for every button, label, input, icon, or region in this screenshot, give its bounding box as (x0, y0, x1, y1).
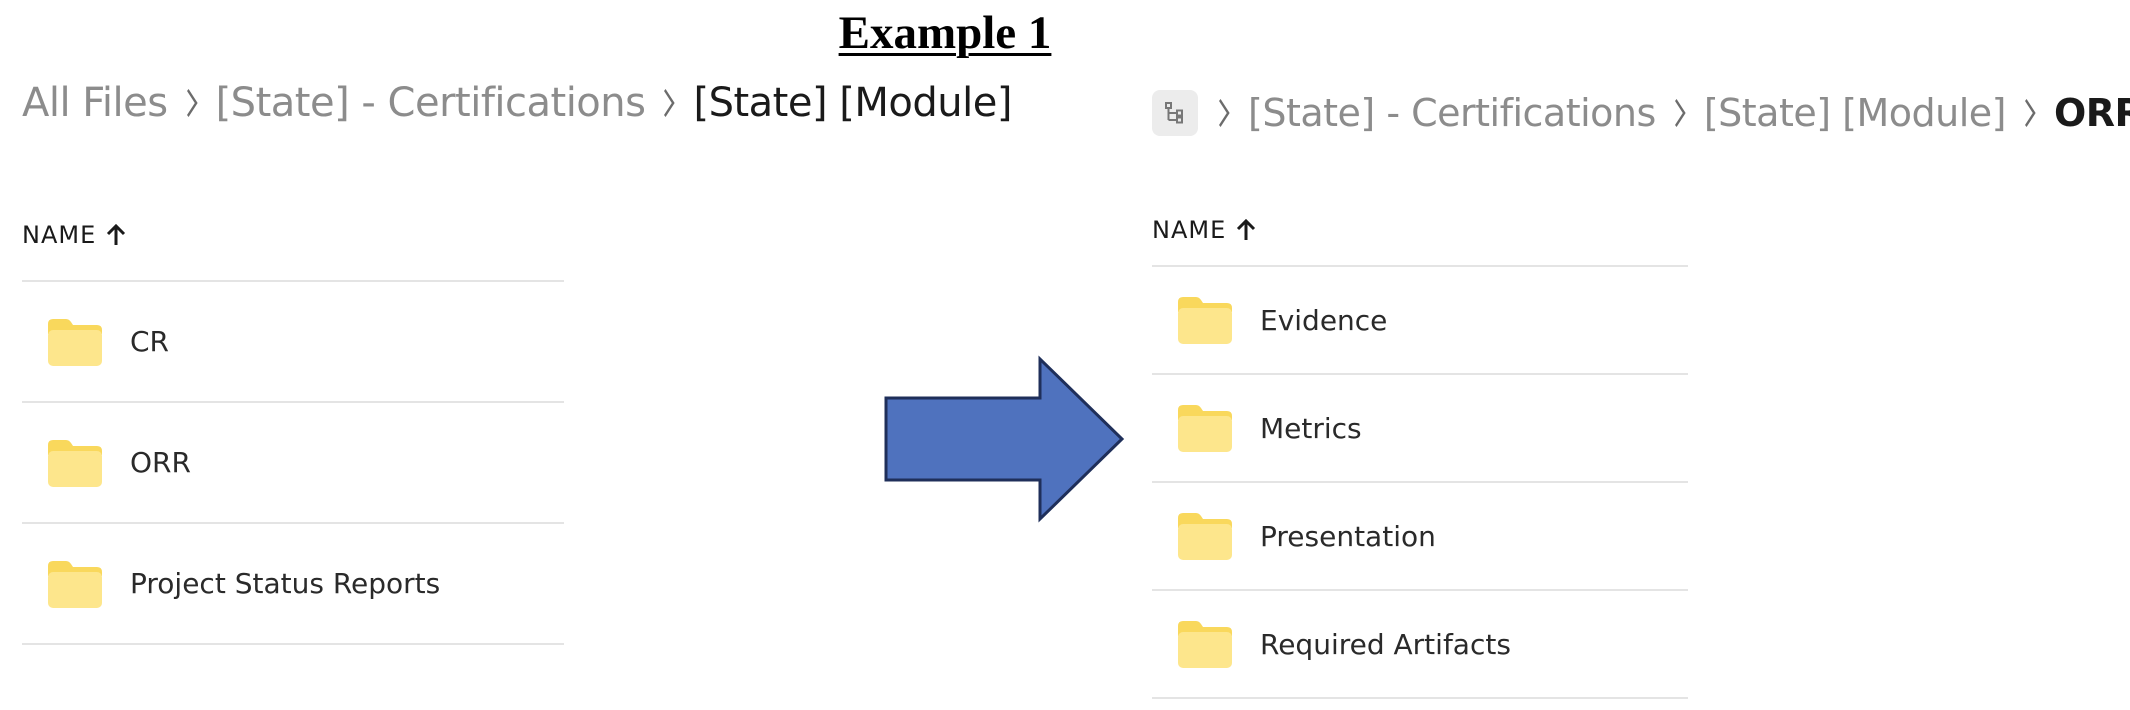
breadcrumb-item-module[interactable]: [State] [Module] (1704, 91, 2007, 135)
folder-name: Project Status Reports (130, 567, 441, 600)
list-item[interactable]: ORR (22, 403, 564, 524)
breadcrumb-current: ORR (2053, 91, 2130, 135)
folder-icon (1176, 294, 1234, 346)
list-item[interactable]: Presentation (1152, 483, 1688, 591)
chevron-right-icon (185, 86, 199, 120)
chevron-right-icon (1217, 96, 1231, 130)
chevron-right-icon (662, 86, 676, 120)
list-item[interactable]: Evidence (1152, 267, 1688, 375)
column-header-label: NAME (22, 221, 97, 249)
column-header-label: NAME (1152, 216, 1227, 244)
file-list-left: NAME CR ORR Project Status Reports (22, 210, 564, 645)
list-item[interactable]: Metrics (1152, 375, 1688, 483)
name-column-header[interactable]: NAME (22, 210, 564, 260)
folder-icon (46, 437, 104, 489)
breadcrumb-item-certifications[interactable]: [State] - Certifications (1248, 91, 1656, 135)
folder-icon (46, 316, 104, 368)
file-list-right: NAME Evidence Metrics Presentation Required… (1152, 205, 1688, 699)
breadcrumb-right: [State] - Certifications [State] [Module… (1152, 82, 2130, 144)
folder-icon (1176, 402, 1234, 454)
folder-name: Presentation (1260, 519, 1436, 553)
breadcrumb-current: [State] [Module] (693, 80, 1012, 126)
folder-name: Metrics (1260, 411, 1362, 445)
list-item[interactable]: Required Artifacts (1152, 591, 1688, 699)
folder-icon (1176, 510, 1234, 562)
arrow-up-icon (1236, 218, 1256, 242)
page-title: Example 1 (838, 7, 1052, 59)
folder-name: Required Artifacts (1260, 627, 1511, 661)
folder-icon (1176, 618, 1234, 670)
list-item[interactable]: Project Status Reports (22, 524, 564, 645)
folder-tree-icon[interactable] (1152, 90, 1198, 136)
breadcrumb-left: All Files [State] - Certifications [Stat… (22, 72, 1012, 134)
folder-name: Evidence (1260, 303, 1388, 337)
chevron-right-icon (2023, 96, 2037, 130)
folder-name: CR (130, 325, 170, 358)
folder-name: ORR (130, 446, 191, 479)
breadcrumb-item-all-files[interactable]: All Files (22, 80, 168, 126)
breadcrumb-item-certifications[interactable]: [State] - Certifications (216, 80, 646, 126)
arrow-up-icon (106, 223, 126, 247)
list-item[interactable]: CR (22, 282, 564, 403)
chevron-right-icon (1673, 96, 1687, 130)
right-arrow-icon (884, 355, 1125, 523)
name-column-header[interactable]: NAME (1152, 205, 1688, 255)
folder-icon (46, 558, 104, 610)
